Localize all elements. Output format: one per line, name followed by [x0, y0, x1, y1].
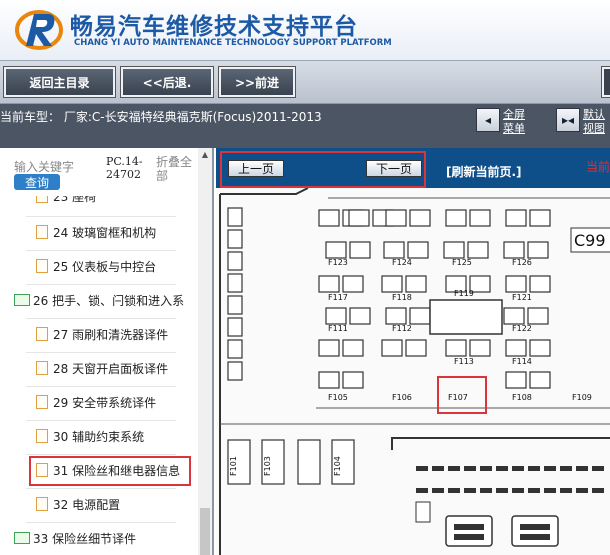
- platform-subtitle: CHANG YI AUTO MAINTENANCE TECHNOLOGY SUP…: [74, 38, 392, 48]
- document-icon: [36, 429, 48, 443]
- refresh-page-link[interactable]: [刷新当前页.]: [446, 163, 522, 180]
- svg-text:F123: F123: [328, 258, 348, 267]
- tree-folder[interactable]: 26 把手、锁、闩锁和进入系: [14, 286, 184, 314]
- info-bar: 当前车型： 厂家:C-长安福特经典福克斯(Focus)2011-2013 ◂ 全…: [0, 104, 610, 148]
- fullscreen-icon: ◂: [476, 108, 500, 132]
- divider: [26, 386, 176, 387]
- svg-text:F117: F117: [328, 293, 348, 302]
- query-button[interactable]: 查询: [14, 174, 60, 190]
- svg-text:F109: F109: [572, 393, 592, 402]
- tree-item[interactable]: 24 玻璃窗框和机构: [36, 218, 156, 246]
- default-view-button[interactable]: ▸◂ 默认视图: [556, 108, 609, 136]
- divider: [26, 522, 176, 523]
- document-icon: [36, 395, 48, 409]
- nav-edge-button[interactable]: [601, 66, 610, 98]
- svg-text:F124: F124: [392, 258, 412, 267]
- tree-scrollbar[interactable]: ▲: [198, 148, 212, 555]
- document-icon: [36, 196, 48, 203]
- current-car-model: 当前车型： 厂家:C-长安福特经典福克斯(Focus)2011-2013: [0, 110, 322, 124]
- svg-text:F121: F121: [512, 293, 532, 302]
- current-page-label: 当前: [586, 160, 610, 174]
- document-icon: [36, 361, 48, 375]
- app-window: 畅易汽车维修技术支持平台 CHANG YI AUTO MAINTENANCE T…: [0, 0, 610, 555]
- nav-bar: 返回主目录 <<后退. >>前进: [0, 60, 610, 104]
- scroll-thumb[interactable]: [200, 508, 210, 555]
- pager-highlight: [220, 151, 426, 188]
- selection-highlight: [29, 456, 191, 486]
- svg-text:F119: F119: [454, 289, 474, 298]
- svg-text:F105: F105: [328, 393, 348, 402]
- svg-text:F103: F103: [263, 456, 272, 476]
- back-button[interactable]: <<后退.: [120, 66, 214, 98]
- connector-label: C99: [574, 231, 606, 250]
- tree-item[interactable]: 27 雨刷和清洗器译件: [36, 320, 168, 348]
- viewer-toolbar: 上一页 下一页 [刷新当前页.] 当前: [216, 148, 610, 188]
- tree-item[interactable]: 32 电源配置: [36, 490, 120, 518]
- svg-text:F107: F107: [448, 393, 468, 402]
- fuse-box-diagram: C99 F123 F124 F125 F126 F119 F117 F118 F…: [216, 188, 610, 555]
- logo-icon: [15, 10, 63, 50]
- platform-title: 畅易汽车维修技术支持平台: [70, 14, 358, 40]
- svg-text:F104: F104: [333, 456, 342, 476]
- document-viewer: 上一页 下一页 [刷新当前页.] 当前 C99 F123 F124 F125 F…: [216, 148, 610, 555]
- search-area: 输入关键字 查询 PC.14-24702 折叠全部: [0, 148, 200, 196]
- header-banner: 畅易汽车维修技术支持平台 CHANG YI AUTO MAINTENANCE T…: [0, 0, 610, 60]
- divider: [26, 420, 176, 421]
- svg-text:F118: F118: [392, 293, 412, 302]
- document-icon: [36, 327, 48, 341]
- tree-item[interactable]: 28 天窗开启面板译件: [36, 354, 168, 382]
- document-icon: [36, 497, 48, 511]
- document-icon: [36, 259, 48, 273]
- svg-text:F111: F111: [328, 324, 348, 333]
- scroll-up-icon[interactable]: ▲: [200, 150, 210, 160]
- pc-code: PC.14-24702: [106, 155, 143, 181]
- folder-icon: [14, 532, 30, 544]
- tree-item[interactable]: 30 辅助约束系统: [36, 422, 144, 450]
- svg-text:F108: F108: [512, 393, 532, 402]
- divider: [26, 318, 176, 319]
- tree-item[interactable]: 29 安全带系统译件: [36, 388, 156, 416]
- tree-folder[interactable]: 33 保险丝细节译件: [14, 524, 136, 552]
- svg-text:F113: F113: [454, 357, 474, 366]
- divider: [26, 454, 176, 455]
- fullscreen-menu-label: 全屏菜单: [503, 108, 525, 135]
- fullscreen-menu-button[interactable]: ◂ 全屏菜单: [476, 108, 529, 136]
- home-button[interactable]: 返回主目录: [3, 66, 116, 98]
- forward-button[interactable]: >>前进: [218, 66, 296, 98]
- svg-text:F126: F126: [512, 258, 532, 267]
- svg-text:F101: F101: [229, 456, 238, 476]
- divider: [26, 284, 176, 285]
- divider: [26, 352, 176, 353]
- default-view-icon: ▸◂: [556, 108, 580, 132]
- catalog-tree: 23 座椅 24 玻璃窗框和机构 25 仪表板与中控台 26 把手、锁、闩锁和进…: [0, 196, 198, 555]
- left-nav-panel: 输入关键字 查询 PC.14-24702 折叠全部 23 座椅 24 玻璃窗框和…: [0, 148, 214, 555]
- svg-text:F125: F125: [452, 258, 472, 267]
- svg-text:F114: F114: [512, 357, 532, 366]
- divider: [26, 488, 176, 489]
- folder-icon: [14, 294, 30, 306]
- divider: [26, 250, 176, 251]
- tree-item[interactable]: 23 座椅: [36, 196, 96, 210]
- svg-text:F106: F106: [392, 393, 412, 402]
- document-icon: [36, 225, 48, 239]
- svg-text:F112: F112: [392, 324, 412, 333]
- keyword-input[interactable]: 输入关键字: [14, 158, 74, 175]
- divider: [26, 216, 176, 217]
- tree-item[interactable]: 25 仪表板与中控台: [36, 252, 156, 280]
- default-view-label: 默认视图: [583, 108, 605, 135]
- fold-all-link[interactable]: 折叠全部: [156, 155, 196, 183]
- svg-text:F122: F122: [512, 324, 532, 333]
